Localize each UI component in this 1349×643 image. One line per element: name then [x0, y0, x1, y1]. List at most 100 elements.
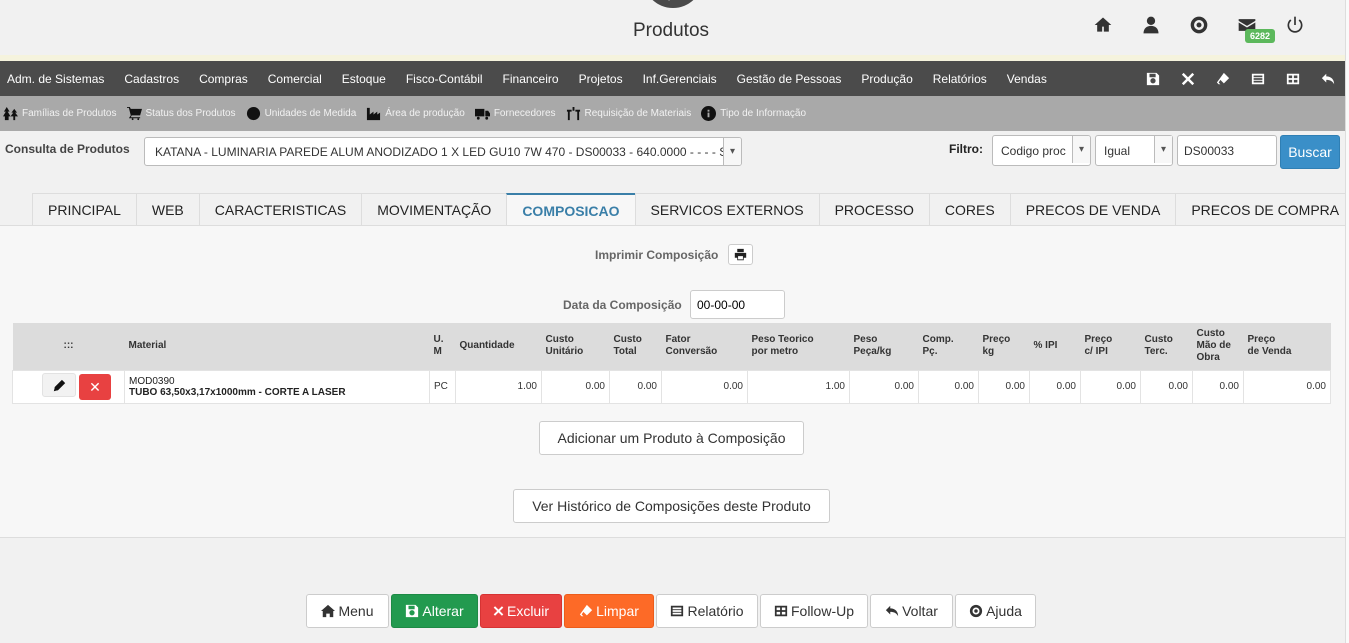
tab-composicao[interactable]: COMPOSICAO: [506, 193, 636, 226]
alterar-button[interactable]: Alterar: [391, 594, 478, 628]
main-menu: Adm. de Sistemas Cadastros Compras Comer…: [0, 61, 1345, 96]
col-um: U. M: [429, 323, 456, 370]
col-fator-conversao: Fator Conversão: [661, 323, 748, 370]
menu-button[interactable]: Menu: [306, 594, 389, 628]
delete-row-button[interactable]: ✕: [79, 374, 111, 400]
chevron-down-icon[interactable]: ▾: [1154, 136, 1172, 163]
menu-item-financeiro[interactable]: Financeiro: [493, 72, 569, 86]
product-select[interactable]: KATANA - LUMINARIA PAREDE ALUM ANODIZADO…: [144, 137, 742, 166]
menu-item-projetos[interactable]: Projetos: [569, 72, 633, 86]
menu-item-vendas[interactable]: Vendas: [997, 72, 1057, 86]
eraser-icon: [579, 604, 593, 617]
support-icon[interactable]: [1175, 12, 1223, 38]
submenu-area-producao-label: Área de produção: [385, 108, 465, 119]
submenu-status[interactable]: Status dos Produtos: [126, 106, 236, 121]
submenu-requisicao[interactable]: Requisição de Materiais: [566, 106, 692, 121]
material-code: MOD0390: [129, 375, 175, 387]
custo-mao-obra-cell: 0.00: [1192, 369, 1244, 404]
info-icon: [701, 106, 717, 121]
col-quantidade: Quantidade: [455, 323, 542, 370]
limpar-button[interactable]: Limpar: [564, 594, 654, 628]
peso-teorico-cell: 1.00: [747, 369, 850, 404]
menu-item-cadastros[interactable]: Cadastros: [114, 72, 189, 86]
menu-item-compras[interactable]: Compras: [189, 72, 258, 86]
tab-cores[interactable]: CORES: [928, 193, 1011, 226]
menu-item-producao[interactable]: Produção: [851, 72, 922, 86]
col-comp-pc: Comp. Pç.: [918, 323, 979, 370]
filter-operator-value: Igual: [1104, 144, 1131, 158]
home-icon: [321, 604, 336, 618]
submenu-unidades[interactable]: Unidades de Medida: [246, 106, 356, 121]
table-icon: [774, 605, 788, 617]
fator-conversao-cell: 0.00: [661, 369, 748, 404]
close-icon[interactable]: [1170, 61, 1205, 96]
print-button[interactable]: [728, 244, 753, 265]
chevron-down-icon[interactable]: ▾: [723, 138, 741, 165]
menu-item-gestao-pessoas[interactable]: Gestão de Pessoas: [727, 72, 852, 86]
filter-operator-select[interactable]: Igual ▾: [1095, 135, 1173, 166]
tab-servicos-externos[interactable]: SERVICOS EXTERNOS: [634, 193, 820, 226]
tab-precos-venda[interactable]: PRECOS DE VENDA: [1009, 193, 1177, 226]
menu-item-estoque[interactable]: Estoque: [332, 72, 396, 86]
eraser-icon[interactable]: [1205, 61, 1240, 96]
preco-kg-cell: 0.00: [978, 369, 1030, 404]
history-button[interactable]: Ver Histórico de Composições deste Produ…: [513, 489, 830, 523]
menu-button-label: Menu: [338, 603, 374, 619]
bottom-toolbar: Menu Alterar Excluir Limpar Relatório Fo…: [306, 594, 1036, 628]
voltar-button[interactable]: Voltar: [870, 594, 953, 628]
tab-web[interactable]: WEB: [135, 193, 200, 226]
followup-button-label: Follow-Up: [790, 603, 854, 619]
save-icon[interactable]: [1135, 61, 1170, 96]
composition-date-input[interactable]: [690, 290, 785, 319]
tab-movimentacao[interactable]: MOVIMENTAÇÃO: [361, 193, 508, 226]
limpar-button-label: Limpar: [596, 603, 639, 619]
submenu-requisicao-label: Requisição de Materiais: [584, 108, 692, 119]
back-icon[interactable]: [1310, 61, 1345, 96]
edit-row-button[interactable]: [42, 373, 76, 397]
menu-item-fisco-contabil[interactable]: Fisco-Contábil: [396, 72, 493, 86]
tab-precos-compra[interactable]: PRECOS DE COMPRA: [1175, 193, 1349, 226]
power-icon[interactable]: [1271, 12, 1319, 38]
menu-item-comercial[interactable]: Comercial: [258, 72, 332, 86]
submenu-tipo-informacao[interactable]: Tipo de Informação: [701, 106, 806, 121]
chevron-down-icon[interactable]: ▾: [1072, 136, 1090, 163]
preco-venda-cell: 0.00: [1243, 369, 1331, 404]
tab-caracteristicas[interactable]: CARACTERISTICAS: [198, 193, 363, 226]
col-custo-total: Custo Total: [609, 323, 662, 370]
tab-processo[interactable]: PROCESSO: [818, 193, 930, 226]
ajuda-button[interactable]: Ajuda: [955, 594, 1036, 628]
col-peso-teorico: Peso Teorico por metro: [747, 323, 850, 370]
col-preco-kg: Preço kg: [978, 323, 1030, 370]
close-icon: ✕: [89, 378, 101, 395]
excluir-button[interactable]: Excluir: [480, 594, 562, 628]
menu-item-inf-gerenciais[interactable]: Inf.Gerenciais: [633, 72, 727, 86]
submenu-area-producao[interactable]: Área de produção: [366, 106, 465, 121]
globe-icon: [246, 106, 260, 121]
col-preco-ipi: Preço c/ IPI: [1080, 323, 1141, 370]
filter-field-select[interactable]: Codigo proc ▾: [992, 135, 1091, 166]
tab-principal[interactable]: PRINCIPAL: [32, 193, 137, 226]
table-icon[interactable]: [1275, 61, 1310, 96]
home-icon[interactable]: [1079, 12, 1127, 38]
ipi-cell: 0.00: [1029, 369, 1081, 404]
menu-item-relatorios[interactable]: Relatórios: [923, 72, 997, 86]
menu-actions: [1135, 61, 1345, 96]
report-icon: [671, 605, 684, 617]
scrollbar[interactable]: [1345, 0, 1349, 643]
back-icon: [885, 605, 899, 617]
report-icon[interactable]: [1240, 61, 1275, 96]
search-input[interactable]: [1177, 135, 1277, 166]
submenu-familias[interactable]: Famílias de Produtos: [3, 106, 117, 121]
relatorio-button[interactable]: Relatório: [656, 594, 758, 628]
search-button[interactable]: Buscar: [1280, 135, 1340, 169]
custo-unitario-cell: 0.00: [541, 369, 610, 404]
submenu-fornecedores[interactable]: Fornecedores: [474, 106, 556, 121]
user-icon[interactable]: [1127, 12, 1175, 38]
menu-item-adm-sistemas[interactable]: Adm. de Sistemas: [0, 72, 114, 86]
followup-button[interactable]: Follow-Up: [760, 594, 868, 628]
add-product-button[interactable]: Adicionar um Produto à Composição: [539, 421, 804, 455]
col-custo-terc: Custo Terc.: [1140, 323, 1193, 370]
mail-icon[interactable]: 6282: [1223, 12, 1276, 43]
submenu-status-label: Status dos Produtos: [145, 108, 236, 119]
logo[interactable]: [643, 0, 703, 8]
